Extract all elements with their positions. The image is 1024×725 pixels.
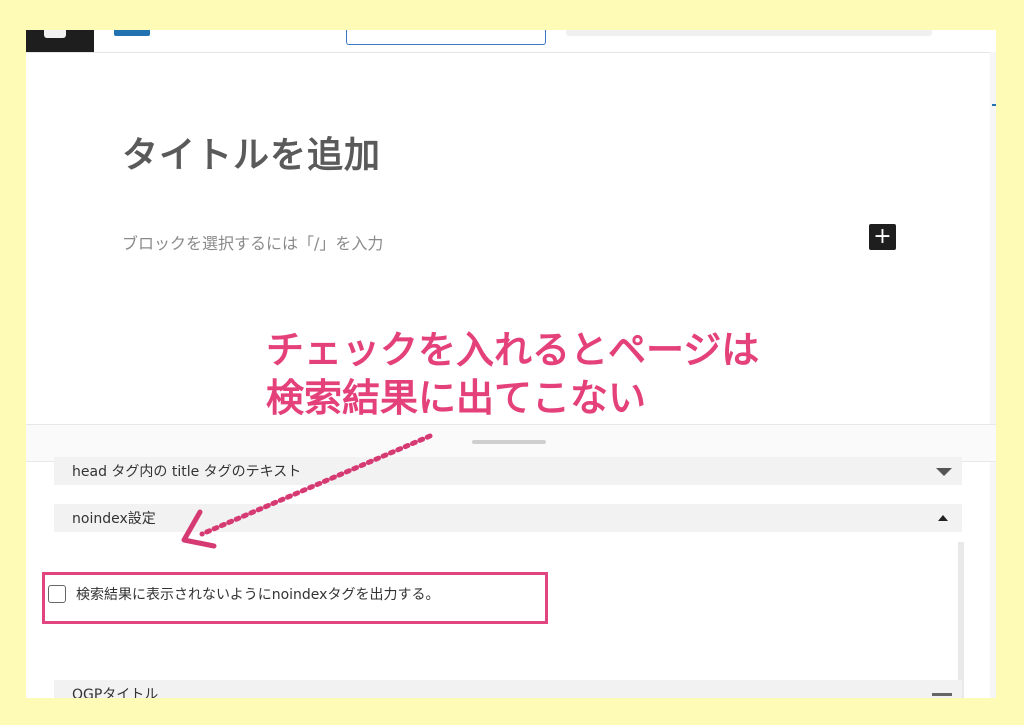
arrow-shaft [199, 433, 433, 537]
annotation-arrow [181, 433, 433, 549]
